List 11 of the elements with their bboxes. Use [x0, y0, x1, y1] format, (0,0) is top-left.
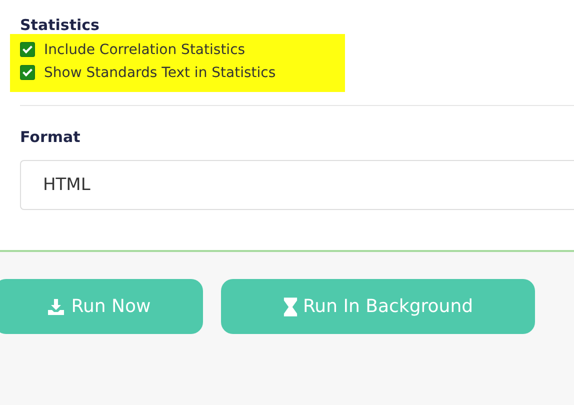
checkbox-label: Include Correlation Statistics: [44, 42, 246, 58]
checkbox[interactable]: [20, 65, 35, 80]
section-title: Statistics: [20, 16, 100, 34]
run-now-button[interactable]: Run Now: [0, 279, 203, 334]
format-select[interactable]: HTML: [20, 160, 574, 210]
download-icon: [46, 296, 66, 316]
run-background-button[interactable]: Run In Background: [221, 279, 535, 334]
checkbox[interactable]: [20, 42, 35, 57]
checkbox-label: Show Standards Text in Statistics: [44, 64, 276, 80]
section-title: Format: [20, 128, 82, 146]
hourglass-icon: [282, 296, 298, 318]
